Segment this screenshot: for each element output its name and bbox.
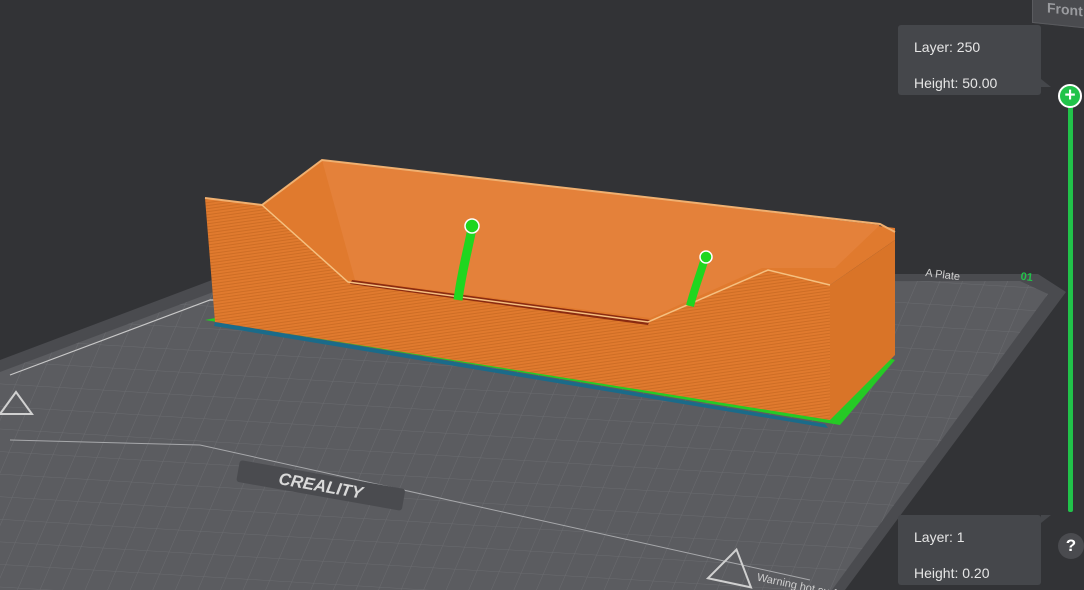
top-layer-height: Height: 50.00 [914,75,998,91]
bottom-layer-info: Layer: 1 Height: 0.20 [898,515,1051,585]
view-cube-front-label: Front [1047,0,1083,20]
layer-slider-track[interactable] [1068,98,1073,512]
help-button[interactable]: ? [1058,533,1084,559]
layer-slider-top-handle[interactable]: + [1058,84,1082,108]
plus-icon: + [1064,85,1076,106]
3d-preview-viewport[interactable]: CREALITY A Plate 01 Warning hot surface [0,0,1084,590]
top-layer-info: Layer: 250 Height: 50.00 [898,25,1051,95]
top-layer-number: Layer: 250 [914,39,981,55]
bottom-layer-height: Height: 0.20 [914,565,990,581]
bottom-layer-number: Layer: 1 [914,529,965,545]
plate-number: 01 [1020,271,1034,284]
question-icon: ? [1065,536,1077,555]
